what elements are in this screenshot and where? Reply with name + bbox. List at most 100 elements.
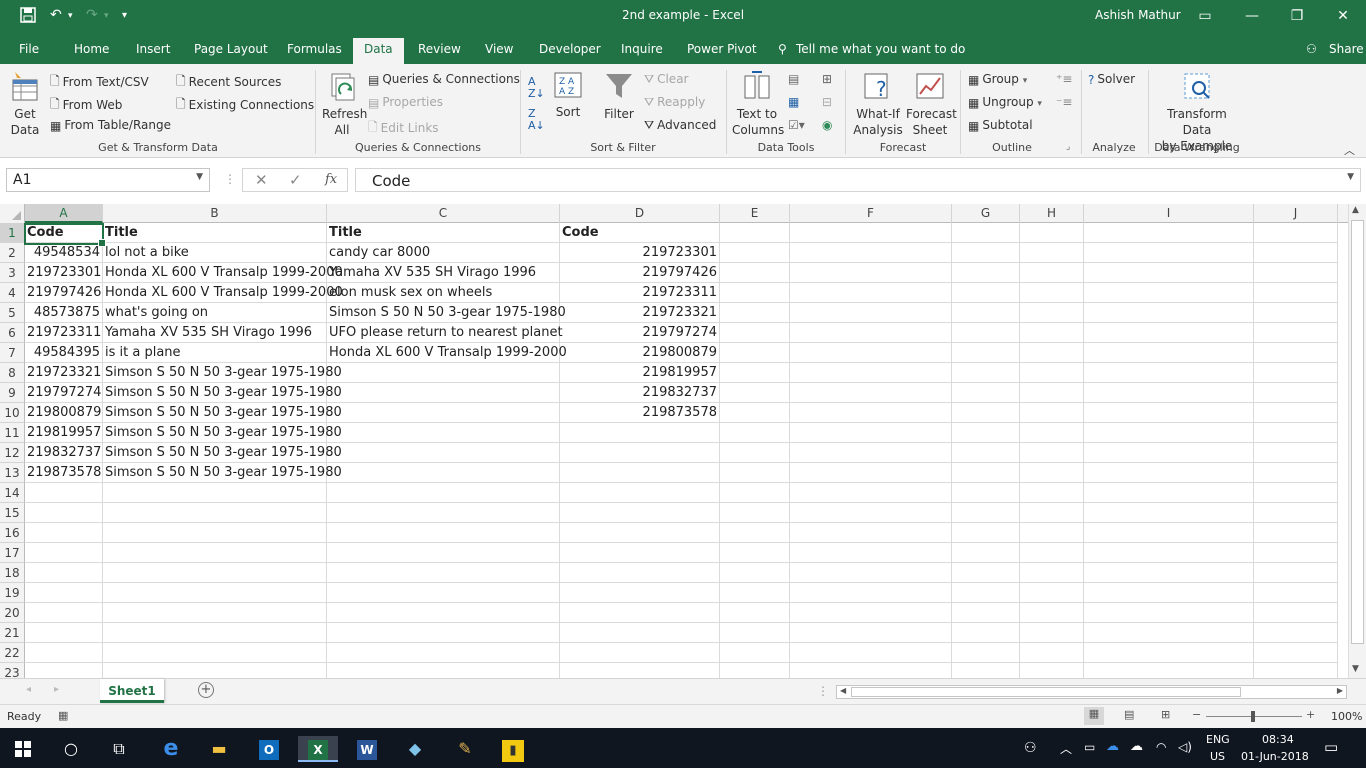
cell[interactable] bbox=[790, 663, 952, 678]
row-header[interactable]: 21 bbox=[0, 623, 25, 643]
cell[interactable] bbox=[720, 303, 790, 323]
cell[interactable] bbox=[1020, 283, 1084, 303]
cell[interactable] bbox=[952, 303, 1020, 323]
cell-c[interactable] bbox=[327, 443, 560, 463]
ungroup-button[interactable]: ▦ Ungroup ▾ bbox=[968, 95, 1042, 110]
cell[interactable] bbox=[1020, 503, 1084, 523]
cell-b[interactable] bbox=[103, 643, 327, 663]
cell[interactable] bbox=[1084, 283, 1254, 303]
cell[interactable] bbox=[1020, 603, 1084, 623]
cell[interactable] bbox=[790, 243, 952, 263]
formula-input[interactable]: Code ▼ bbox=[355, 168, 1361, 192]
normal-view-icon[interactable]: ▦ bbox=[1084, 707, 1104, 725]
cell[interactable] bbox=[790, 583, 952, 603]
cell[interactable] bbox=[952, 583, 1020, 603]
data-validation-icon[interactable]: ☑▾ bbox=[788, 118, 805, 132]
cell-b[interactable] bbox=[103, 523, 327, 543]
cell[interactable] bbox=[720, 343, 790, 363]
cell[interactable] bbox=[952, 463, 1020, 483]
cell-c[interactable] bbox=[327, 583, 560, 603]
cell[interactable] bbox=[1020, 343, 1084, 363]
cell-c[interactable]: UFO please return to nearest planet bbox=[327, 323, 563, 343]
row-header[interactable]: 7 bbox=[0, 343, 25, 363]
onedrive-icon[interactable]: ☁ bbox=[1106, 739, 1119, 754]
tab-formulas[interactable]: Formulas bbox=[287, 42, 342, 56]
cell-d[interactable] bbox=[560, 463, 720, 483]
row-header[interactable]: 14 bbox=[0, 483, 25, 503]
cell-d[interactable] bbox=[560, 623, 720, 643]
worksheet-grid[interactable]: ABCDEFGHIJ 1 Code Title Title Code 2 49548534 l… bbox=[0, 204, 1348, 678]
column-header-h[interactable]: H bbox=[1020, 204, 1084, 223]
cell-c[interactable]: Title bbox=[327, 223, 560, 243]
cell-b[interactable]: Simson S 50 N 50 3-gear 1975-1980 bbox=[103, 463, 342, 483]
cell[interactable] bbox=[952, 543, 1020, 563]
cell[interactable] bbox=[790, 323, 952, 343]
cell[interactable] bbox=[790, 503, 952, 523]
recent-sources-button[interactable]: 🗋 Recent Sources bbox=[176, 72, 281, 93]
zoom-in-icon[interactable]: + bbox=[1306, 708, 1315, 721]
cell[interactable] bbox=[720, 483, 790, 503]
tab-page-layout[interactable]: Page Layout bbox=[194, 42, 268, 56]
cell[interactable] bbox=[1084, 503, 1254, 523]
row-header[interactable]: 23 bbox=[0, 663, 25, 678]
cell-d[interactable]: 219800879 bbox=[560, 343, 720, 363]
cell[interactable] bbox=[1254, 423, 1338, 443]
cell-c[interactable] bbox=[327, 623, 560, 643]
cell-b[interactable]: Simson S 50 N 50 3-gear 1975-1980 bbox=[103, 363, 342, 383]
cell[interactable] bbox=[952, 563, 1020, 583]
cell[interactable] bbox=[720, 523, 790, 543]
cell[interactable] bbox=[952, 663, 1020, 678]
row-header[interactable]: 6 bbox=[0, 323, 25, 343]
cell[interactable] bbox=[720, 363, 790, 383]
cell[interactable] bbox=[1254, 463, 1338, 483]
power-bi-icon[interactable]: ▮ bbox=[498, 736, 528, 762]
cell[interactable] bbox=[1084, 223, 1254, 243]
cell-b[interactable]: lol not a bike bbox=[103, 243, 327, 263]
cell[interactable] bbox=[1254, 563, 1338, 583]
cell-b[interactable]: Yamaha XV 535 SH Virago 1996 bbox=[103, 323, 327, 343]
cell[interactable] bbox=[1254, 583, 1338, 603]
cell[interactable] bbox=[952, 603, 1020, 623]
cell[interactable] bbox=[720, 663, 790, 678]
cell-d[interactable] bbox=[560, 483, 720, 503]
macro-recording-icon[interactable]: ▦ bbox=[58, 709, 68, 722]
cell[interactable] bbox=[720, 403, 790, 423]
cell[interactable] bbox=[1254, 443, 1338, 463]
cell[interactable] bbox=[790, 383, 952, 403]
cell-d[interactable] bbox=[560, 423, 720, 443]
show-hidden-icons-icon[interactable]: ︿ bbox=[1060, 740, 1072, 757]
text-to-columns-button[interactable]: Text to Columns bbox=[732, 70, 784, 138]
clock-date[interactable]: 01-Jun-2018 bbox=[1241, 750, 1309, 763]
cell[interactable] bbox=[1020, 663, 1084, 678]
enter-icon[interactable]: ✓ bbox=[289, 171, 302, 189]
cell[interactable] bbox=[1254, 503, 1338, 523]
cell-a[interactable]: 219819957 bbox=[25, 423, 103, 443]
cell-d[interactable]: 219723321 bbox=[560, 303, 720, 323]
cell[interactable] bbox=[1254, 243, 1338, 263]
cell[interactable] bbox=[790, 403, 952, 423]
cell[interactable] bbox=[1020, 483, 1084, 503]
scroll-down-icon[interactable]: ▼ bbox=[1352, 664, 1359, 674]
cell-a[interactable] bbox=[25, 603, 103, 623]
subtotal-button[interactable]: ▦ Subtotal bbox=[968, 118, 1033, 133]
cell[interactable] bbox=[720, 223, 790, 243]
reapply-button[interactable]: ⛛ Reapply bbox=[644, 95, 705, 110]
cell[interactable] bbox=[1084, 523, 1254, 543]
cell-a[interactable]: 219797426 bbox=[25, 283, 103, 303]
row-header[interactable]: 18 bbox=[0, 563, 25, 583]
clock-time[interactable]: 08:34 bbox=[1262, 733, 1294, 746]
flash-fill-icon[interactable]: ▤ bbox=[788, 72, 799, 86]
cell[interactable] bbox=[1020, 323, 1084, 343]
cell-a[interactable]: 219832737 bbox=[25, 443, 103, 463]
tab-view[interactable]: View bbox=[485, 42, 513, 56]
cell[interactable] bbox=[720, 543, 790, 563]
cell-d[interactable] bbox=[560, 443, 720, 463]
user-name[interactable]: Ashish Mathur bbox=[1095, 8, 1181, 22]
cell[interactable] bbox=[952, 363, 1020, 383]
cell[interactable] bbox=[1084, 343, 1254, 363]
cell[interactable] bbox=[720, 623, 790, 643]
cell[interactable] bbox=[1020, 563, 1084, 583]
tab-file[interactable]: File bbox=[19, 42, 39, 56]
cell[interactable] bbox=[1254, 343, 1338, 363]
cell-b[interactable]: Simson S 50 N 50 3-gear 1975-1980 bbox=[103, 423, 342, 443]
